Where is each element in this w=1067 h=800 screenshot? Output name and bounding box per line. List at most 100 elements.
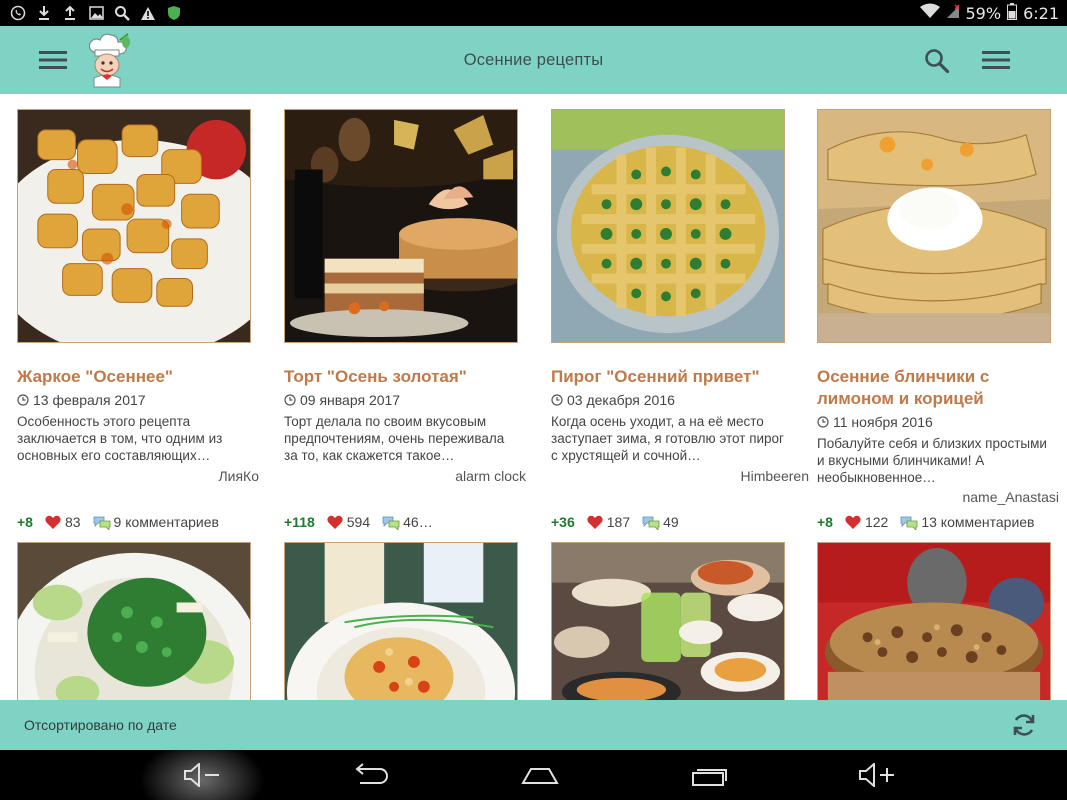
recipe-author[interactable]: name_Anastasi	[962, 489, 1059, 505]
clock-icon	[284, 394, 296, 406]
battery-icon	[1007, 2, 1018, 24]
recipe-likes: 122	[864, 514, 889, 530]
recipe-author[interactable]: alarm clock	[455, 468, 526, 484]
app-bar: Осенние рецепты	[0, 26, 1067, 94]
recipe-description: Побалуйте себя и близких простыми и вкус…	[817, 436, 1047, 485]
recipe-photo-green-salad[interactable]	[17, 542, 251, 700]
comment-icon[interactable]	[382, 515, 400, 530]
chef-logo-icon[interactable]	[80, 32, 132, 88]
overflow-menu-icon	[982, 51, 1010, 69]
recipe-date: 11 ноября 2016	[817, 414, 933, 430]
warning-icon	[140, 5, 156, 21]
recipe-card[interactable]	[551, 542, 801, 700]
image-icon	[88, 5, 104, 21]
navigation-bar	[0, 750, 1067, 800]
download-icon	[36, 5, 52, 21]
recipe-comments[interactable]: 9 комментариев	[114, 514, 219, 530]
recipe-title[interactable]: Жаркое "Осеннее"	[17, 366, 253, 388]
recipe-description: Когда осень уходит, а на её место заступ…	[551, 414, 784, 463]
recipe-photo-nut-cake[interactable]	[817, 542, 1051, 700]
volume-down-icon	[184, 763, 219, 787]
app-screen: 59% 6:21 Осенние рецепты Жаркое "Осеннее…	[0, 0, 1067, 800]
recipe-stats: +118 594 46…	[284, 512, 534, 532]
recipe-rating: +118	[284, 514, 315, 530]
home-icon	[521, 768, 559, 784]
recipe-likes: 594	[346, 514, 371, 530]
recipe-photo-rice-plate[interactable]	[284, 542, 518, 700]
search-icon	[114, 5, 130, 21]
recipe-likes: 187	[606, 514, 631, 530]
recipe-stats: +36 187 49	[551, 512, 801, 532]
viber-icon	[10, 5, 26, 21]
recipe-card[interactable]: Пирог "Осенний привет" 03 декабря 2016 К…	[551, 109, 809, 539]
sort-bar: Отсортировано по дате	[0, 700, 1067, 750]
recipe-photo-lattice-pie[interactable]	[551, 109, 785, 343]
recipe-comments[interactable]: 46…	[403, 514, 433, 530]
heart-icon[interactable]	[587, 515, 603, 530]
refresh-icon	[1013, 714, 1035, 736]
recipe-card[interactable]	[17, 542, 267, 700]
recipe-author[interactable]: Himbeeren	[741, 468, 809, 484]
heart-icon[interactable]	[327, 515, 343, 530]
recent-apps-button[interactable]	[670, 750, 750, 800]
recipe-photo-table-spread[interactable]	[551, 542, 785, 700]
recipe-date: 03 декабря 2016	[551, 392, 675, 408]
volume-up-button[interactable]	[838, 750, 918, 800]
recipe-photo-potato-stew[interactable]	[17, 109, 251, 343]
home-button[interactable]	[500, 750, 580, 800]
recipe-grid: Жаркое "Осеннее" 13 февраля 2017 Особенн…	[0, 94, 1067, 700]
comment-icon[interactable]	[642, 515, 660, 530]
recipe-date: 13 февраля 2017	[17, 392, 146, 408]
recipe-card[interactable]: Жаркое "Осеннее" 13 февраля 2017 Особенн…	[17, 109, 267, 539]
recipe-title[interactable]: Торт "Осень золотая"	[284, 366, 520, 388]
recipe-photo-autumn-cake[interactable]	[284, 109, 518, 343]
hamburger-menu-icon	[39, 51, 67, 69]
recipe-card[interactable]	[817, 542, 1067, 700]
clock-icon	[551, 394, 563, 406]
shield-icon	[166, 5, 182, 21]
search-icon	[925, 49, 950, 74]
recipe-comments[interactable]: 49	[663, 514, 679, 530]
recipe-date-text: 09 января 2017	[300, 392, 401, 408]
back-icon	[355, 763, 388, 784]
recipe-date-text: 03 декабря 2016	[567, 392, 675, 408]
sort-label: Отсортировано по дате	[24, 717, 177, 733]
comment-icon[interactable]	[93, 515, 111, 530]
recipe-card[interactable]	[284, 542, 534, 700]
refresh-button[interactable]	[1010, 711, 1038, 739]
recipe-comments[interactable]: 13 комментариев	[921, 514, 1034, 530]
recipe-title[interactable]: Пирог "Осенний привет"	[551, 366, 787, 388]
recipe-photo-pancakes[interactable]	[817, 109, 1051, 343]
wifi-icon	[919, 3, 940, 23]
system-status: 59% 6:21	[919, 0, 1059, 26]
recipe-stats: +8 83 9 комментариев	[17, 512, 267, 532]
recipe-rating: +8	[17, 514, 33, 530]
page-title: Осенние рецепты	[463, 51, 604, 69]
recent-apps-icon	[692, 769, 727, 786]
comment-icon[interactable]	[900, 515, 918, 530]
recipe-title[interactable]: Осенние блинчики с лимоном и корицей	[817, 366, 1053, 410]
search-button[interactable]	[920, 44, 954, 78]
recipe-card[interactable]: Осенние блинчики с лимоном и корицей 11 …	[817, 109, 1067, 539]
battery-percent: 59%	[965, 3, 1002, 23]
heart-icon[interactable]	[45, 515, 61, 530]
status-bar: 59% 6:21	[0, 0, 1067, 26]
notification-icons	[0, 5, 182, 21]
recipe-author[interactable]: ЛияКо	[218, 468, 259, 484]
hamburger-menu-button[interactable]	[36, 46, 70, 74]
recipe-description: Особенность этого рецепта заключается в …	[17, 414, 223, 463]
back-button[interactable]	[330, 750, 410, 800]
volume-down-button[interactable]	[162, 750, 242, 800]
recipe-likes: 83	[64, 514, 81, 530]
recipe-date: 09 января 2017	[284, 392, 400, 408]
clock-icon	[17, 394, 29, 406]
recipe-card[interactable]: Торт "Осень золотая" 09 января 2017 Торт…	[284, 109, 534, 539]
recipe-description: Торт делала по своим вкусовым предпочтен…	[284, 414, 505, 463]
recipe-rating: +36	[551, 514, 575, 530]
overflow-menu-button[interactable]	[978, 46, 1014, 74]
signal-icon	[946, 3, 960, 23]
clock: 6:21	[1023, 3, 1059, 23]
volume-up-icon	[859, 763, 894, 787]
upload-icon	[62, 5, 78, 21]
heart-icon[interactable]	[845, 515, 861, 530]
